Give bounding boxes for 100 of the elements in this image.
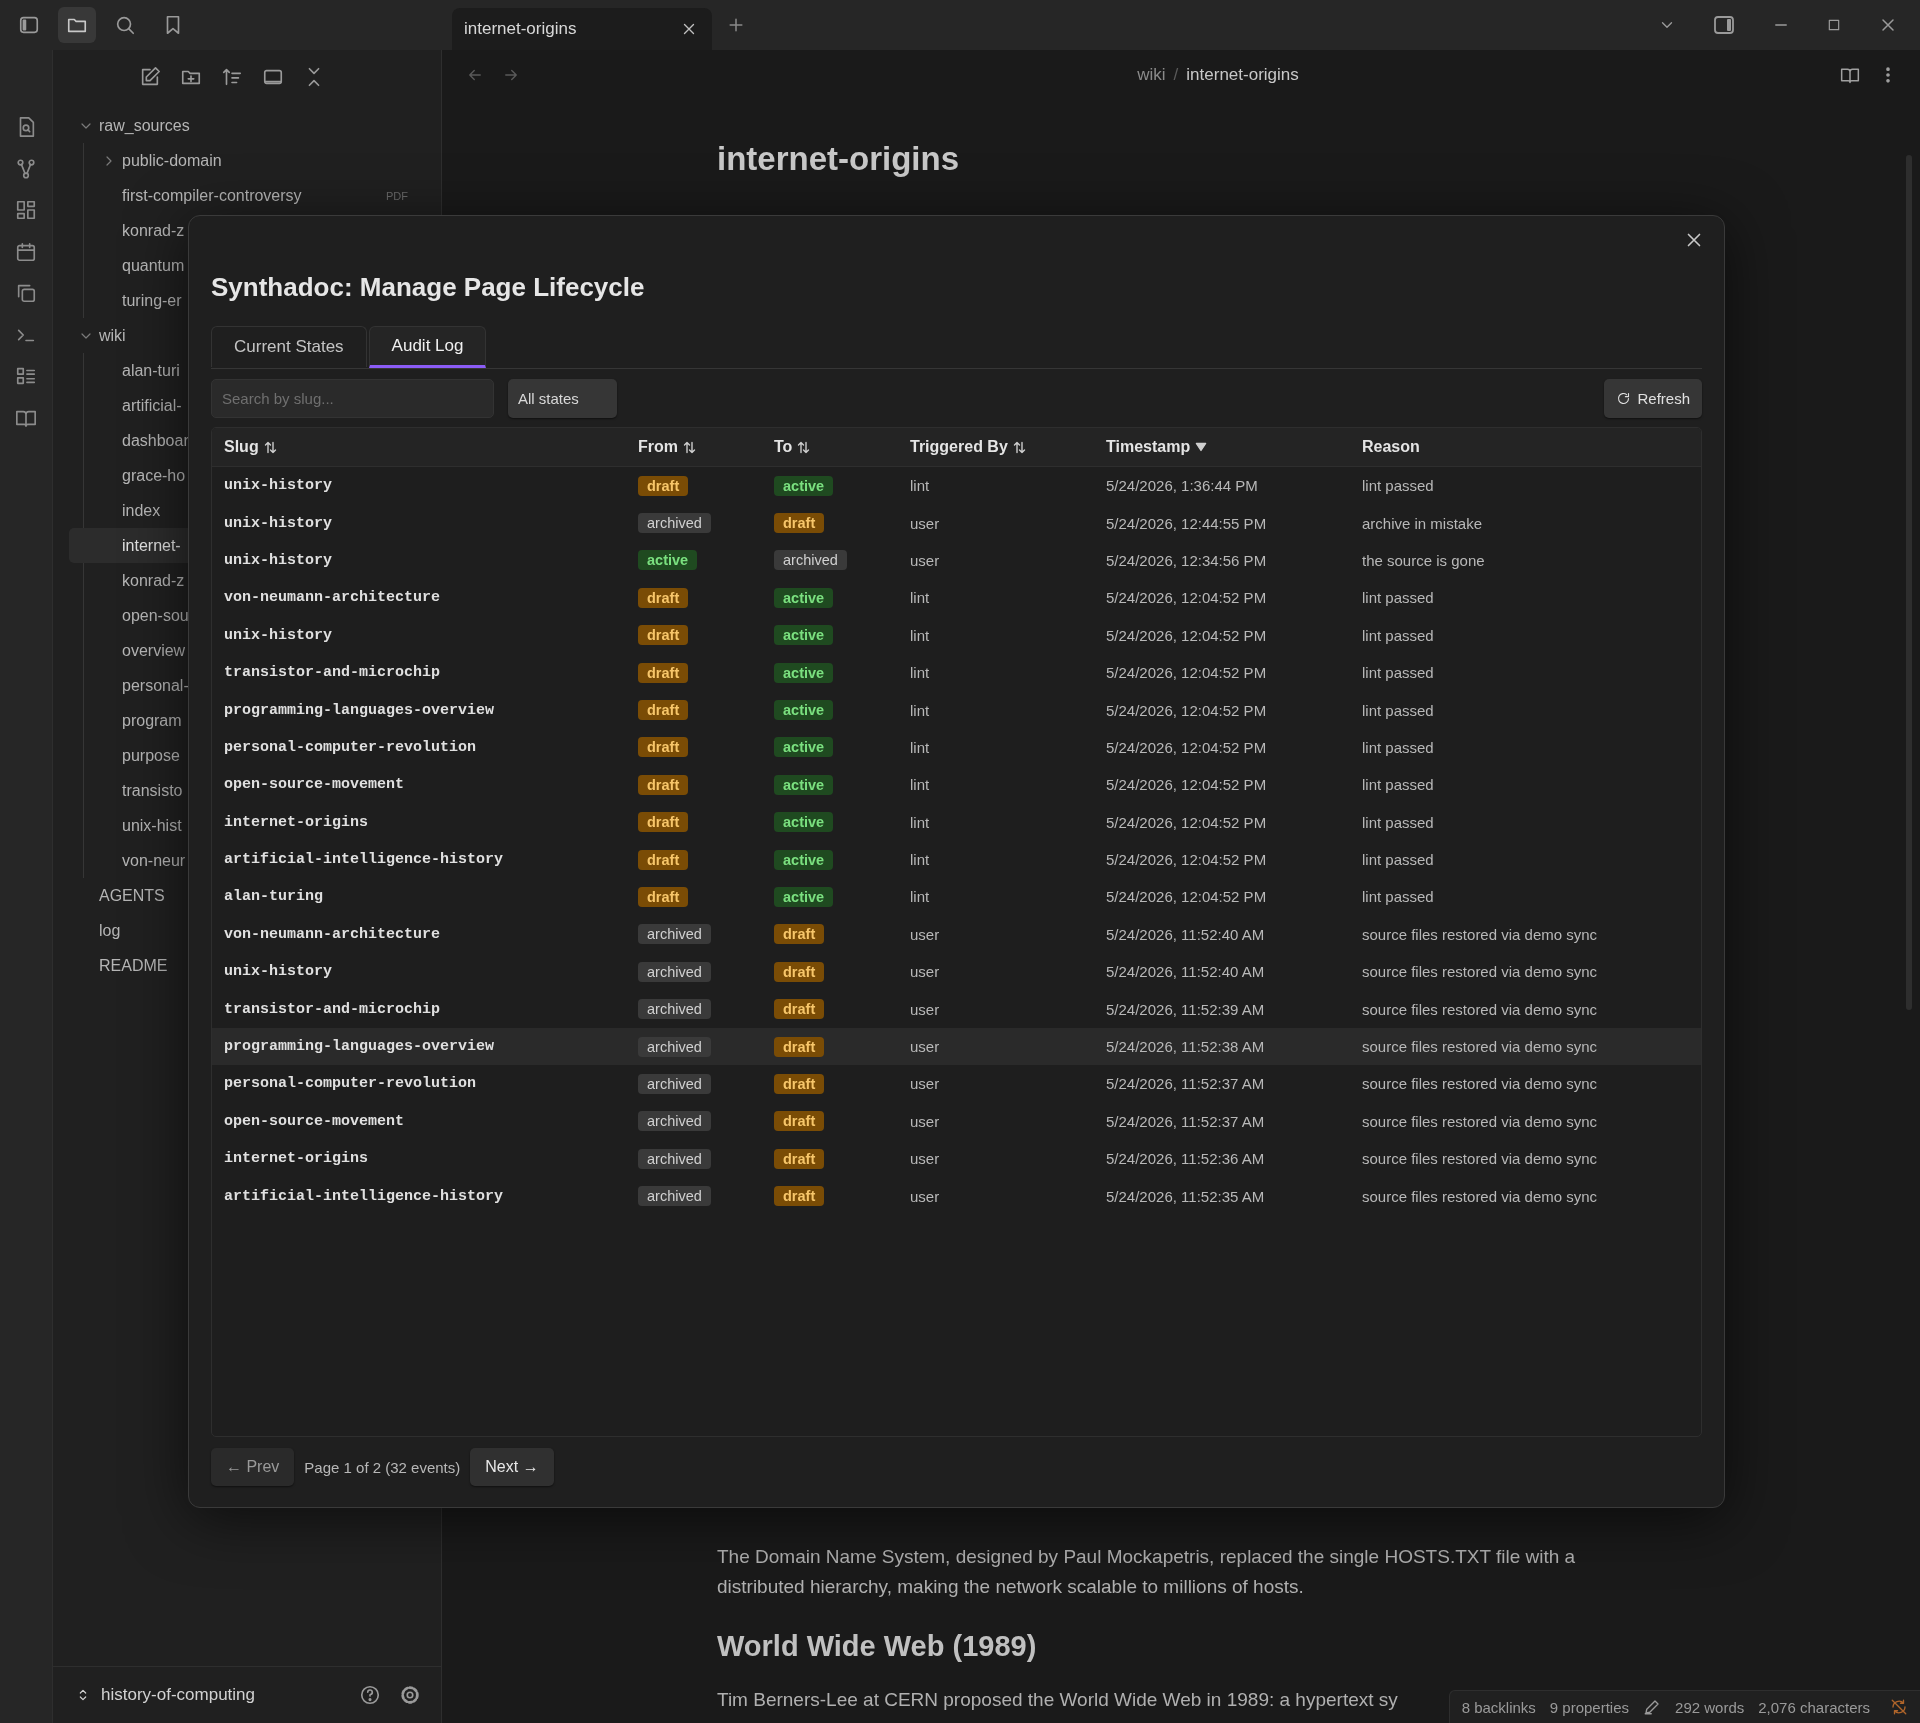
state-badge: draft bbox=[638, 887, 689, 907]
state-badge: draft bbox=[638, 774, 689, 795]
table-cell-text: open-source-movement bbox=[224, 1112, 406, 1130]
table-cell-text: lint bbox=[910, 776, 931, 794]
state-badge: active bbox=[774, 849, 834, 870]
breadcrumb-separator: / bbox=[1173, 65, 1179, 85]
state-badge: draft bbox=[638, 737, 689, 758]
table-cell-text: 5/24/2026, 12:04:52 PM bbox=[1106, 664, 1268, 682]
state-badge: archived bbox=[638, 1186, 711, 1207]
table-cell-text: source files restored via demo sync bbox=[1362, 963, 1599, 981]
state-badge: active bbox=[774, 887, 834, 907]
table-cell-text: user bbox=[910, 1038, 941, 1056]
table-cell-text: lint bbox=[910, 664, 931, 682]
table-cell-text: lint bbox=[910, 589, 931, 607]
table-cell-text: 5/24/2026, 11:52:40 AM bbox=[1106, 963, 1266, 981]
table-cell-text: programming-languages-overview bbox=[224, 1038, 496, 1056]
state-badge: archived bbox=[638, 1111, 711, 1132]
table-cell-text: source files restored via demo sync bbox=[1362, 1112, 1599, 1130]
table-cell-text: 5/24/2026, 12:04:52 PM bbox=[1106, 776, 1268, 794]
state-badge: active bbox=[774, 662, 834, 683]
breadcrumb-current: internet-origins bbox=[1186, 65, 1299, 85]
table-cell-text: alan-turing bbox=[224, 888, 325, 906]
table-cell-text: source files restored via demo sync bbox=[1362, 1075, 1599, 1093]
state-badge: draft bbox=[638, 625, 689, 646]
state-badge: draft bbox=[638, 700, 689, 721]
table-cell-text: lint bbox=[910, 851, 931, 869]
table-cell-text: 5/24/2026, 11:52:39 AM bbox=[1106, 1000, 1266, 1018]
table-cell-text: 5/24/2026, 11:52:38 AM bbox=[1106, 1038, 1266, 1056]
table-cell-text: user bbox=[910, 551, 941, 569]
table-cell-text: 5/24/2026, 11:52:36 AM bbox=[1106, 1150, 1266, 1168]
table-cell-text: lint passed bbox=[1362, 851, 1435, 869]
section-heading: World Wide Web (1989) bbox=[717, 1630, 1038, 1663]
state-badge: draft bbox=[638, 849, 689, 870]
page-info: Page 1 of 2 (32 events) bbox=[304, 1458, 461, 1476]
table-cell-text: lint bbox=[910, 477, 931, 495]
state-badge: draft bbox=[774, 924, 825, 945]
table-cell-text: programming-languages-overview bbox=[224, 701, 496, 719]
table-cell-text: artificial-intelligence-history bbox=[224, 1187, 505, 1205]
table-cell-text: open-source-movement bbox=[224, 776, 406, 794]
state-badge: active bbox=[774, 587, 834, 608]
state-badge: active bbox=[774, 475, 834, 496]
state-badge: active bbox=[774, 737, 834, 758]
table-cell-text: 5/24/2026, 12:04:52 PM bbox=[1106, 626, 1268, 644]
state-badge: draft bbox=[638, 812, 689, 833]
state-badge: draft bbox=[774, 1111, 825, 1132]
state-badge: draft bbox=[638, 475, 689, 496]
state-badge: archived bbox=[638, 999, 711, 1020]
table-cell-text: user bbox=[910, 1187, 941, 1205]
table-cell-text: lint bbox=[910, 888, 931, 906]
table-cell-text: 5/24/2026, 11:52:35 AM bbox=[1106, 1187, 1266, 1205]
table-cell-text: 5/24/2026, 12:04:52 PM bbox=[1106, 813, 1268, 831]
state-badge: draft bbox=[774, 1036, 825, 1057]
table-cell-text: lint passed bbox=[1362, 888, 1435, 906]
column-header: Reason bbox=[1362, 438, 1421, 456]
state-badge: draft bbox=[774, 1186, 825, 1207]
table-cell-text: 5/24/2026, 1:36:44 PM bbox=[1106, 477, 1259, 495]
table-cell-text: 5/24/2026, 11:52:40 AM bbox=[1106, 925, 1266, 943]
table-cell-text: user bbox=[910, 925, 941, 943]
state-badge: active bbox=[774, 812, 834, 833]
table-cell-text: user bbox=[910, 1000, 941, 1018]
table-cell-text: unix-history bbox=[224, 963, 334, 981]
table-cell-text: lint passed bbox=[1362, 776, 1435, 794]
table-cell-text: unix-history bbox=[224, 626, 334, 644]
table-cell-text: lint passed bbox=[1362, 477, 1435, 495]
table-cell-text: lint passed bbox=[1362, 664, 1435, 682]
table-cell-text: von-neumann-architecture bbox=[224, 925, 442, 943]
table-cell-text: 5/24/2026, 12:04:52 PM bbox=[1106, 888, 1268, 906]
table-cell-text: transistor-and-microchip bbox=[224, 664, 442, 682]
table-cell-text: transistor-and-microchip bbox=[224, 1000, 442, 1018]
table-cell-text: lint bbox=[910, 701, 931, 719]
table-cell-text: unix-history bbox=[224, 477, 334, 495]
table-cell-text: 5/24/2026, 11:52:37 AM bbox=[1106, 1112, 1266, 1130]
table-cell-text: user bbox=[910, 1112, 941, 1130]
state-badge: draft bbox=[774, 999, 825, 1020]
state-badge: draft bbox=[774, 1073, 825, 1094]
state-badge: archived bbox=[638, 1073, 711, 1094]
paragraph: The Domain Name System, designed by Paul Mockapetris, replaced the single HOSTS.TXT file with a distributed hierarchy, making the network scalable to millions of hosts. bbox=[717, 1545, 1577, 1599]
table-cell-text: source files restored via demo sync bbox=[1362, 1187, 1599, 1205]
table-cell-text: user bbox=[910, 514, 941, 532]
table-cell-text: 5/24/2026, 12:34:56 PM bbox=[1106, 551, 1268, 569]
state-badge: archived bbox=[638, 924, 711, 945]
table-cell-text: source files restored via demo sync bbox=[1362, 1000, 1599, 1018]
state-badge: draft bbox=[774, 1148, 825, 1169]
table-cell-text: user bbox=[910, 963, 941, 981]
state-badge: active bbox=[774, 700, 834, 721]
table-cell-text: personal-computer-revolution bbox=[224, 738, 478, 756]
state-badge: archived bbox=[638, 1148, 711, 1169]
table-cell-text: lint passed bbox=[1362, 738, 1435, 756]
table-cell-text: 5/24/2026, 12:04:52 PM bbox=[1106, 701, 1268, 719]
table-cell-text: 5/24/2026, 12:44:55 PM bbox=[1106, 514, 1268, 532]
state-badge: active bbox=[774, 774, 834, 795]
table-cell-text: lint bbox=[910, 738, 931, 756]
table-cell-text: internet-origins bbox=[224, 813, 370, 831]
table-cell-text: user bbox=[910, 1075, 941, 1093]
table-cell-text: lint bbox=[910, 626, 931, 644]
state-badge: active bbox=[638, 550, 698, 571]
table-cell-text: source files restored via demo sync bbox=[1362, 1038, 1599, 1056]
state-badge: active bbox=[774, 625, 834, 646]
table-cell-text: internet-origins bbox=[224, 1150, 370, 1168]
table-cell-text: personal-computer-revolution bbox=[224, 1075, 478, 1093]
